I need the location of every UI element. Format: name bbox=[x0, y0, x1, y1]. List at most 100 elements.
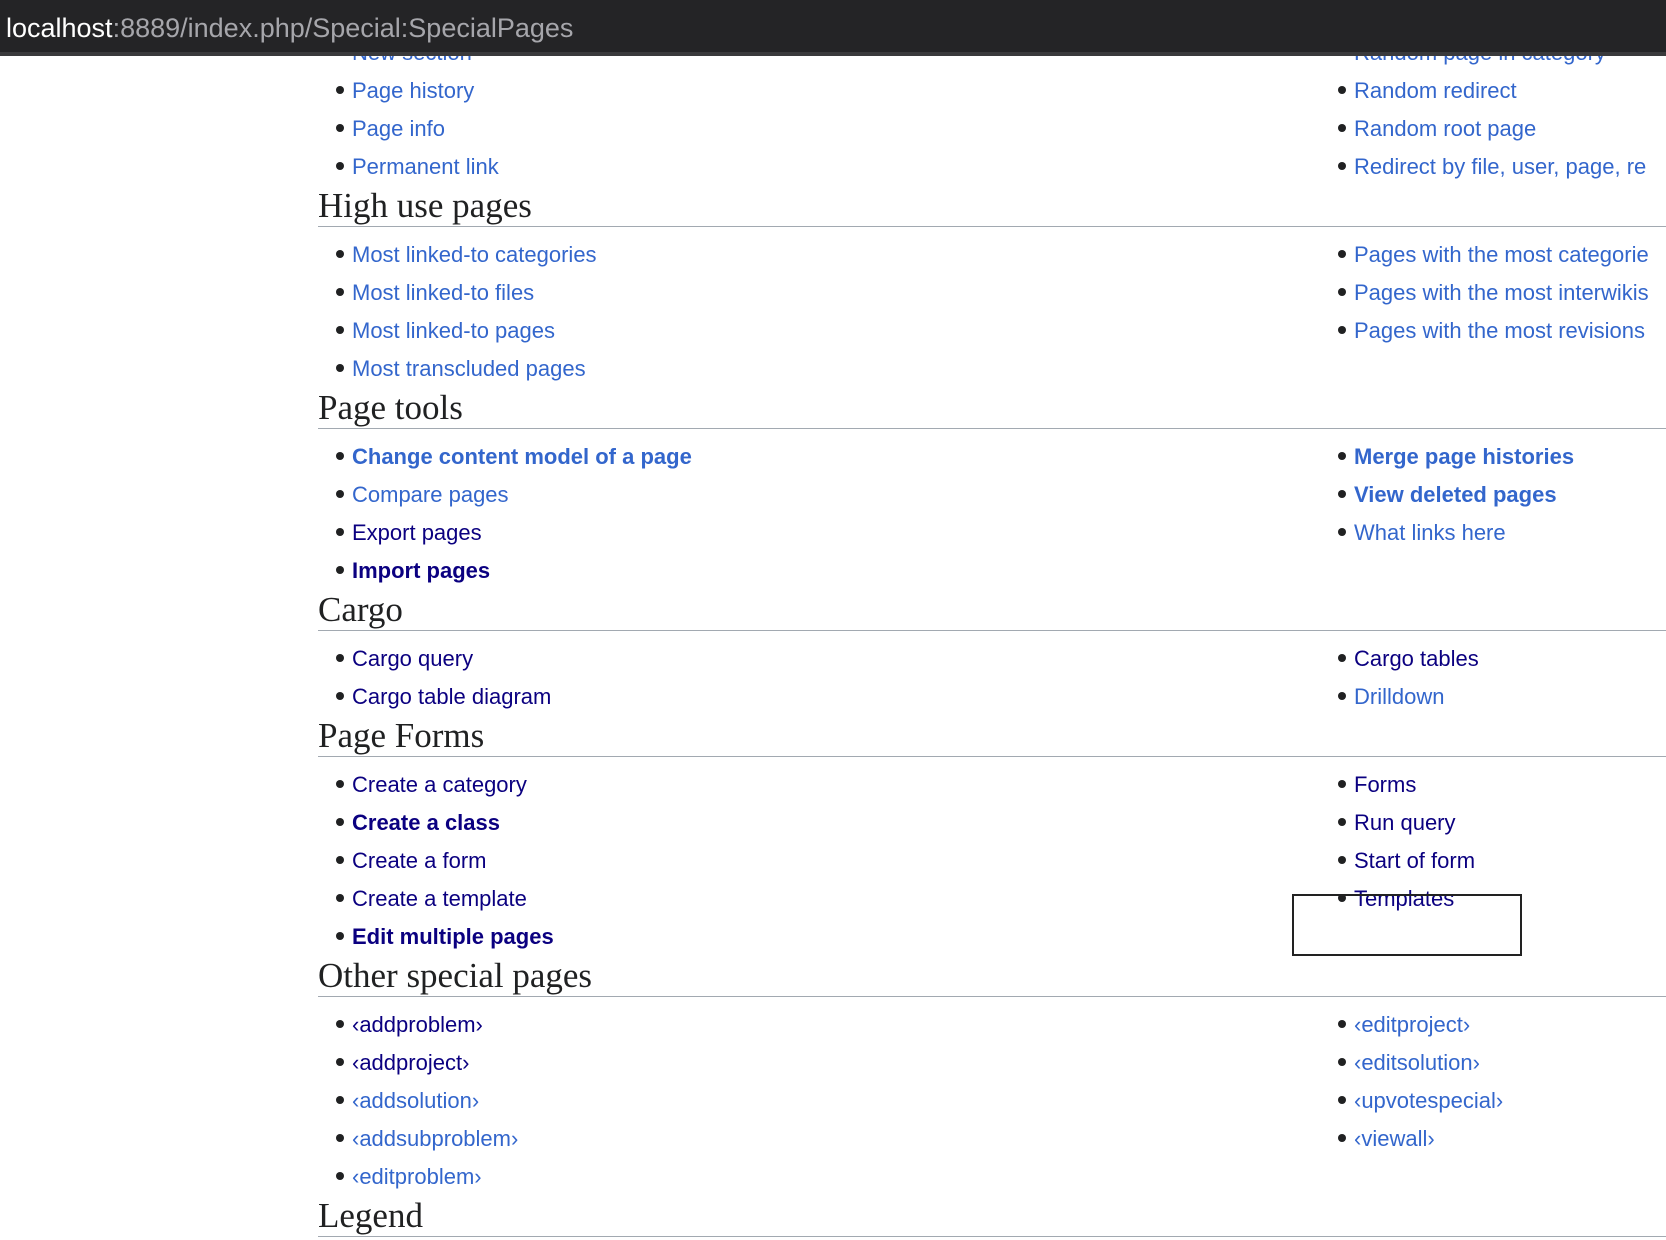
special-page-link-compare-pages[interactable]: Compare pages bbox=[352, 482, 509, 507]
special-page-link-pages-with-the-most-revisions[interactable]: Pages with the most revisions bbox=[1354, 318, 1645, 343]
bullet-icon bbox=[336, 1058, 344, 1067]
special-page-link-import-pages[interactable]: Import pages bbox=[352, 558, 490, 583]
special-page-link-cargo-query[interactable]: Cargo query bbox=[352, 646, 473, 671]
special-page-link-most-linked-to-pages[interactable]: Most linked-to pages bbox=[352, 318, 555, 343]
list-item: Create a category bbox=[336, 766, 554, 804]
bullet-icon bbox=[1338, 250, 1346, 259]
special-page-link-create-a-class[interactable]: Create a class bbox=[352, 810, 500, 835]
list-item: Most linked-to categories bbox=[336, 236, 597, 274]
special-page-link-upvotespecial[interactable]: ‹upvotespecial› bbox=[1354, 1088, 1503, 1113]
list-item: Edit multiple pages bbox=[336, 918, 554, 956]
special-page-link-cargo-tables[interactable]: Cargo tables bbox=[1354, 646, 1479, 671]
special-page-link-permanent-link[interactable]: Permanent link bbox=[352, 154, 499, 179]
special-page-link-new-section[interactable]: New section bbox=[352, 56, 472, 65]
list-item: ‹upvotespecial› bbox=[1338, 1082, 1503, 1120]
bullet-icon bbox=[336, 162, 344, 171]
special-page-link-create-a-form[interactable]: Create a form bbox=[352, 848, 487, 873]
cargo-left-column: Cargo query Cargo table diagram bbox=[336, 640, 551, 716]
list-item: Run query bbox=[1338, 804, 1475, 842]
special-page-link-forms[interactable]: Forms bbox=[1354, 772, 1416, 797]
list-item: Pages with the most categorie bbox=[1338, 236, 1649, 274]
bullet-icon bbox=[336, 932, 344, 941]
special-page-link-random-root-page[interactable]: Random root page bbox=[1354, 116, 1536, 141]
bullet-icon bbox=[1338, 1058, 1346, 1067]
heading-other-special-pages: Other special pages bbox=[318, 956, 1666, 997]
special-page-link-create-a-category[interactable]: Create a category bbox=[352, 772, 527, 797]
special-page-link-addsubproblem[interactable]: ‹addsubproblem› bbox=[352, 1126, 518, 1151]
special-page-link-view-deleted-pages[interactable]: View deleted pages bbox=[1354, 482, 1557, 507]
other-special-pages-left-column: ‹addproblem› ‹addproject› ‹addsolution› ‹ad… bbox=[336, 1006, 518, 1196]
list-item: Change content model of a page bbox=[336, 438, 692, 476]
special-page-link-page-info[interactable]: Page info bbox=[352, 116, 445, 141]
list-item: Random redirect bbox=[1338, 72, 1646, 110]
url-host: localhost bbox=[6, 13, 113, 43]
bullet-icon bbox=[336, 364, 344, 373]
bullet-icon bbox=[336, 288, 344, 297]
special-page-link-change-content-model-of-a-page[interactable]: Change content model of a page bbox=[352, 444, 692, 469]
list-item: Compare pages bbox=[336, 476, 692, 514]
bullet-icon bbox=[1338, 1134, 1346, 1143]
special-page-link-addproblem[interactable]: ‹addproblem› bbox=[352, 1012, 483, 1037]
bullet-icon bbox=[1338, 692, 1346, 701]
list-item: Drilldown bbox=[1338, 678, 1479, 716]
special-page-link-random-redirect[interactable]: Random redirect bbox=[1354, 78, 1517, 103]
list-item: Cargo table diagram bbox=[336, 678, 551, 716]
special-page-link-most-transcluded-pages[interactable]: Most transcluded pages bbox=[352, 356, 586, 381]
bullet-icon bbox=[1338, 86, 1346, 95]
list-item: Start of form bbox=[1338, 842, 1475, 880]
special-page-link-drilldown[interactable]: Drilldown bbox=[1354, 684, 1444, 709]
special-page-link-most-linked-to-categories[interactable]: Most linked-to categories bbox=[352, 242, 597, 267]
page-tools-left-column: Change content model of a page Compare pa… bbox=[336, 438, 692, 590]
top-left-column: New section Page history Page info Permanen… bbox=[336, 56, 499, 186]
special-page-link-editproject[interactable]: ‹editproject› bbox=[1354, 1012, 1470, 1037]
special-page-link-most-linked-to-files[interactable]: Most linked-to files bbox=[352, 280, 534, 305]
heading-page-tools: Page tools bbox=[318, 388, 1666, 429]
bullet-icon bbox=[336, 894, 344, 903]
top-right-column: Random page in category Random redirect Ra… bbox=[1338, 56, 1646, 186]
list-item: Create a form bbox=[336, 842, 554, 880]
high-use-pages-left-column: Most linked-to categories Most linked-to … bbox=[336, 236, 597, 388]
bullet-icon bbox=[336, 1172, 344, 1181]
special-page-link-export-pages[interactable]: Export pages bbox=[352, 520, 482, 545]
bullet-icon bbox=[336, 692, 344, 701]
special-page-link-addproject[interactable]: ‹addproject› bbox=[352, 1050, 469, 1075]
selection-highlight-box bbox=[1292, 894, 1522, 956]
list-item: Create a template bbox=[336, 880, 554, 918]
high-use-pages-right-column: Pages with the most categorie Pages with … bbox=[1338, 236, 1649, 350]
special-page-link-pages-with-the-most-categorie[interactable]: Pages with the most categorie bbox=[1354, 242, 1649, 267]
list-item: Pages with the most revisions bbox=[1338, 312, 1649, 350]
address-bar[interactable]: localhost:8889/index.php/Special:Special… bbox=[0, 0, 1666, 56]
list-item: What links here bbox=[1338, 514, 1574, 552]
special-page-link-edit-multiple-pages[interactable]: Edit multiple pages bbox=[352, 924, 554, 949]
special-page-link-redirect-by-file-user-page-re[interactable]: Redirect by file, user, page, re bbox=[1354, 154, 1646, 179]
list-item: ‹addproject› bbox=[336, 1044, 518, 1082]
special-page-link-addsolution[interactable]: ‹addsolution› bbox=[352, 1088, 479, 1113]
list-item: ‹addproblem› bbox=[336, 1006, 518, 1044]
bullet-icon bbox=[1338, 326, 1346, 335]
bullet-icon bbox=[336, 86, 344, 95]
bullet-icon bbox=[1338, 452, 1346, 461]
special-page-link-start-of-form[interactable]: Start of form bbox=[1354, 848, 1475, 873]
list-item: Create a class bbox=[336, 804, 554, 842]
page-tools-right-column: Merge page histories View deleted pages Wh… bbox=[1338, 438, 1574, 552]
bullet-icon bbox=[336, 856, 344, 865]
special-page-link-cargo-table-diagram[interactable]: Cargo table diagram bbox=[352, 684, 551, 709]
special-page-link-editproblem[interactable]: ‹editproblem› bbox=[352, 1164, 482, 1189]
bullet-icon bbox=[336, 124, 344, 133]
bullet-icon bbox=[1338, 162, 1346, 171]
bullet-icon bbox=[1338, 124, 1346, 133]
bullet-icon bbox=[336, 452, 344, 461]
special-page-link-run-query[interactable]: Run query bbox=[1354, 810, 1456, 835]
special-page-link-merge-page-histories[interactable]: Merge page histories bbox=[1354, 444, 1574, 469]
list-item: ‹editproblem› bbox=[336, 1158, 518, 1196]
list-item: ‹addsolution› bbox=[336, 1082, 518, 1120]
special-page-link-random-page-in-category[interactable]: Random page in category bbox=[1354, 56, 1606, 65]
special-page-link-pages-with-the-most-interwikis[interactable]: Pages with the most interwikis bbox=[1354, 280, 1649, 305]
bullet-icon bbox=[1338, 818, 1346, 827]
bullet-icon bbox=[336, 818, 344, 827]
special-page-link-create-a-template[interactable]: Create a template bbox=[352, 886, 527, 911]
special-page-link-viewall[interactable]: ‹viewall› bbox=[1354, 1126, 1435, 1151]
special-page-link-page-history[interactable]: Page history bbox=[352, 78, 474, 103]
special-page-link-what-links-here[interactable]: What links here bbox=[1354, 520, 1506, 545]
special-page-link-editsolution[interactable]: ‹editsolution› bbox=[1354, 1050, 1480, 1075]
